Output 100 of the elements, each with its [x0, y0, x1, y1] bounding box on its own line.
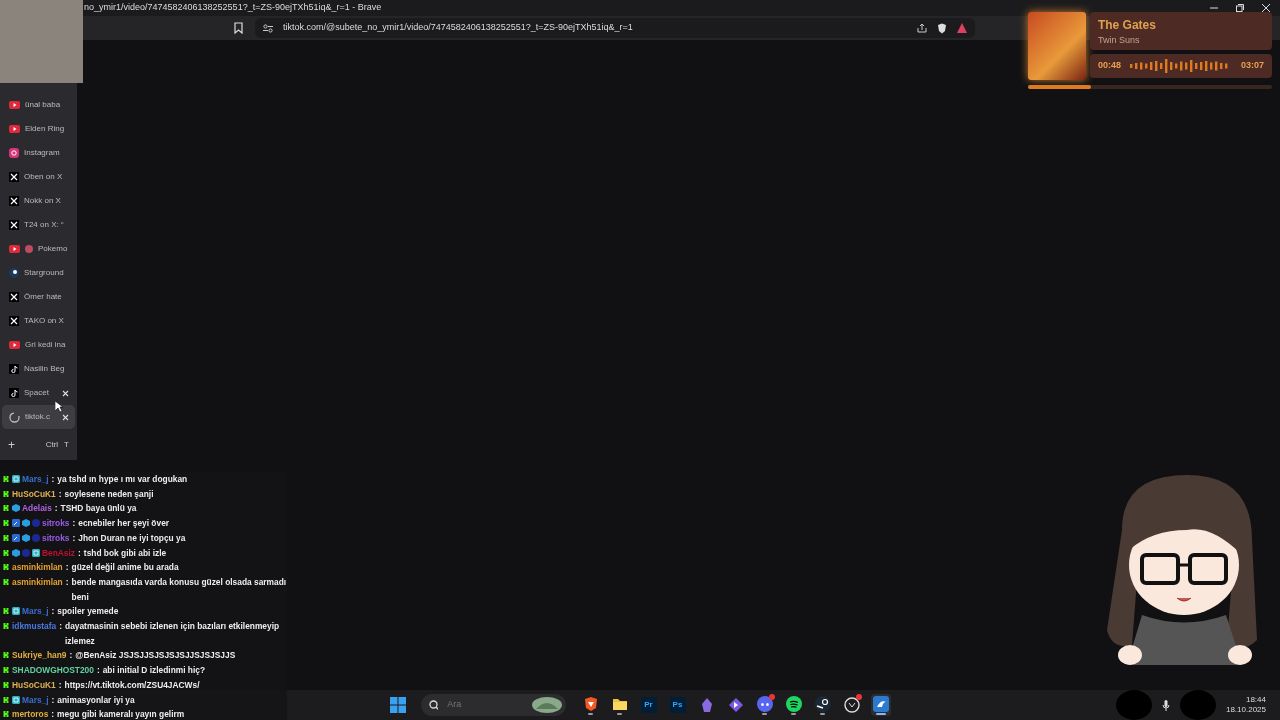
blacked-out-blob [1115, 690, 1152, 720]
chat-username: Mars_j [22, 474, 49, 484]
chat-username: asminkimlan [12, 576, 63, 587]
camera-icon [9, 148, 19, 158]
chat-message: soylesene neden şanji [64, 487, 154, 501]
k-badge-icon [2, 504, 10, 513]
microphone-icon[interactable] [1161, 699, 1170, 711]
cursor-icon [55, 401, 63, 413]
chat-message: abi initial D izledinmi hiç? [102, 664, 206, 678]
restore-icon[interactable] [1236, 4, 1244, 12]
sidebar-tab[interactable]: Ömer hate [2, 285, 75, 309]
chat-message: tshd bok gibi abi izle [83, 546, 167, 560]
x-logo-icon [9, 316, 19, 326]
sidebar-tab[interactable]: Elden Ring [2, 117, 75, 141]
plus-sign: + [8, 437, 15, 454]
chat-message: ecnebiler her şeyi över [78, 517, 170, 531]
sidebar-tab[interactable]: Pokemo [2, 237, 75, 261]
shortcut-key: T [64, 439, 69, 451]
sidebar-tab[interactable]: Spacet [2, 381, 75, 405]
address-bar[interactable]: tiktok.com/@subete_no_ymir1/video/7474582406138252551?_t=ZS-90ejTXh51iq&_r=1 [255, 18, 975, 38]
k-badge-icon [2, 607, 10, 616]
sidebar-tab[interactable]: TAKO on X [2, 309, 75, 333]
chat-username: SHADOWGHOST200 [12, 665, 94, 676]
bird-app-icon[interactable] [872, 695, 889, 712]
chat-username: Mars_j [22, 606, 49, 617]
app-icon[interactable]: Pr [640, 697, 657, 713]
chat-username: Sukriye_han9 [12, 650, 67, 661]
search-icon [428, 700, 439, 710]
sidebar-tab[interactable]: ünal baba [2, 93, 75, 117]
search-bar[interactable]: Ara [420, 694, 566, 716]
x-logo-icon [9, 292, 19, 302]
new-tab-button[interactable]: + Ctrl T [0, 433, 77, 457]
grid-badge-icon [12, 607, 20, 616]
k-badge-icon [2, 533, 10, 542]
chat-username: sitroks [42, 532, 70, 543]
sliders-icon[interactable] [263, 23, 273, 33]
minimize-icon[interactable] [1210, 4, 1218, 12]
colon-separator: : [65, 561, 69, 575]
app-icon[interactable]: Ps [669, 697, 686, 713]
sidebar-tab[interactable]: T24 on X: “ [2, 213, 75, 237]
sidebar-tab[interactable]: Oben on X [2, 165, 75, 189]
colon-separator: : [59, 620, 62, 634]
k-badge-icon [2, 622, 10, 631]
sidebar-tab[interactable]: Nasilin Beg [2, 357, 75, 381]
circle-icon[interactable] [843, 697, 860, 713]
share-icon[interactable] [917, 23, 927, 33]
sidebar-tab[interactable]: Nokk on X [2, 189, 75, 213]
colon-separator: : [78, 546, 81, 560]
window-title: no_ymir1/video/7474582406138252551?_t=ZS-90ejTXh51iq&_r=1 - Brave [84, 1, 382, 15]
spotify-logo-icon[interactable] [785, 695, 802, 712]
chat-message: Jhon Duran ne iyi topçu ya [78, 531, 186, 545]
music-note-icon [9, 388, 19, 398]
colon-separator: : [58, 487, 62, 501]
chat-username: idkmustafa [12, 621, 57, 632]
close-icon[interactable] [62, 389, 69, 397]
chat-username: asminkimlan [12, 562, 63, 573]
shield-icon[interactable] [937, 22, 947, 34]
chat-username: mertoros [12, 709, 49, 720]
k-badge-icon [2, 475, 10, 483]
sidebar-tab[interactable]: tiktok.c [2, 405, 75, 429]
chat-message: megu gibi kameralı yayın gelirm [57, 708, 185, 720]
clock[interactable]: 18:44 18.10.2025 [1225, 695, 1266, 715]
chat-username: HuSoCuK1 [12, 488, 56, 499]
landscape-picture-icon [532, 697, 562, 713]
k-badge-icon [2, 548, 10, 557]
search-input[interactable]: Ara [445, 697, 526, 713]
album-art-placeholder [1028, 12, 1086, 80]
chat-username: Mars_j [22, 694, 49, 705]
windows-logo-icon[interactable] [389, 697, 406, 713]
sidebar-tab[interactable]: Instagram [2, 141, 75, 165]
shortcut-key: Ctrl [45, 439, 59, 451]
grid-badge-icon [12, 475, 20, 483]
colon-separator: : [54, 502, 58, 516]
triangle-icon[interactable] [957, 23, 967, 33]
k-badge-icon [2, 666, 10, 675]
colon-separator: : [69, 649, 73, 663]
chat-message: animasyonlar iyi ya [57, 693, 135, 707]
play-button-icon [9, 125, 20, 133]
x-logo-icon [9, 220, 19, 230]
colon-separator: : [58, 678, 62, 692]
spinner-icon [9, 411, 20, 423]
close-icon[interactable] [1262, 4, 1270, 12]
wrench-badge-icon [12, 519, 20, 528]
colon-separator: : [65, 575, 69, 589]
close-icon[interactable] [62, 413, 69, 421]
chat-username: Adelais [22, 503, 52, 514]
diamond-arrow-icon[interactable] [727, 697, 744, 713]
bookmark-icon[interactable] [234, 22, 243, 34]
url-text: tiktok.com/@subete_no_ymir1/video/7474582406138252551?_t=ZS-90ejTXh51iq&_r=1 [283, 21, 634, 35]
chat-message: dayatmasinin sebebi izlenen için bazıları etkilenmeyip izlemez [65, 620, 281, 648]
k-badge-icon [2, 489, 10, 498]
sidebar-tab[interactable]: Gri kedi ina [2, 333, 75, 357]
sidebar-tab[interactable]: Starground [2, 261, 75, 285]
k-badge-icon [2, 680, 10, 689]
colon-separator: : [51, 693, 55, 707]
chat-message: ya tshd ın hype ı mı var dogukan [57, 473, 188, 486]
discord-logo-icon[interactable] [756, 695, 773, 712]
colon-separator: : [72, 531, 76, 545]
chat-message: TSHD baya ünlü ya [60, 502, 137, 516]
wrench-badge-icon [12, 533, 20, 542]
